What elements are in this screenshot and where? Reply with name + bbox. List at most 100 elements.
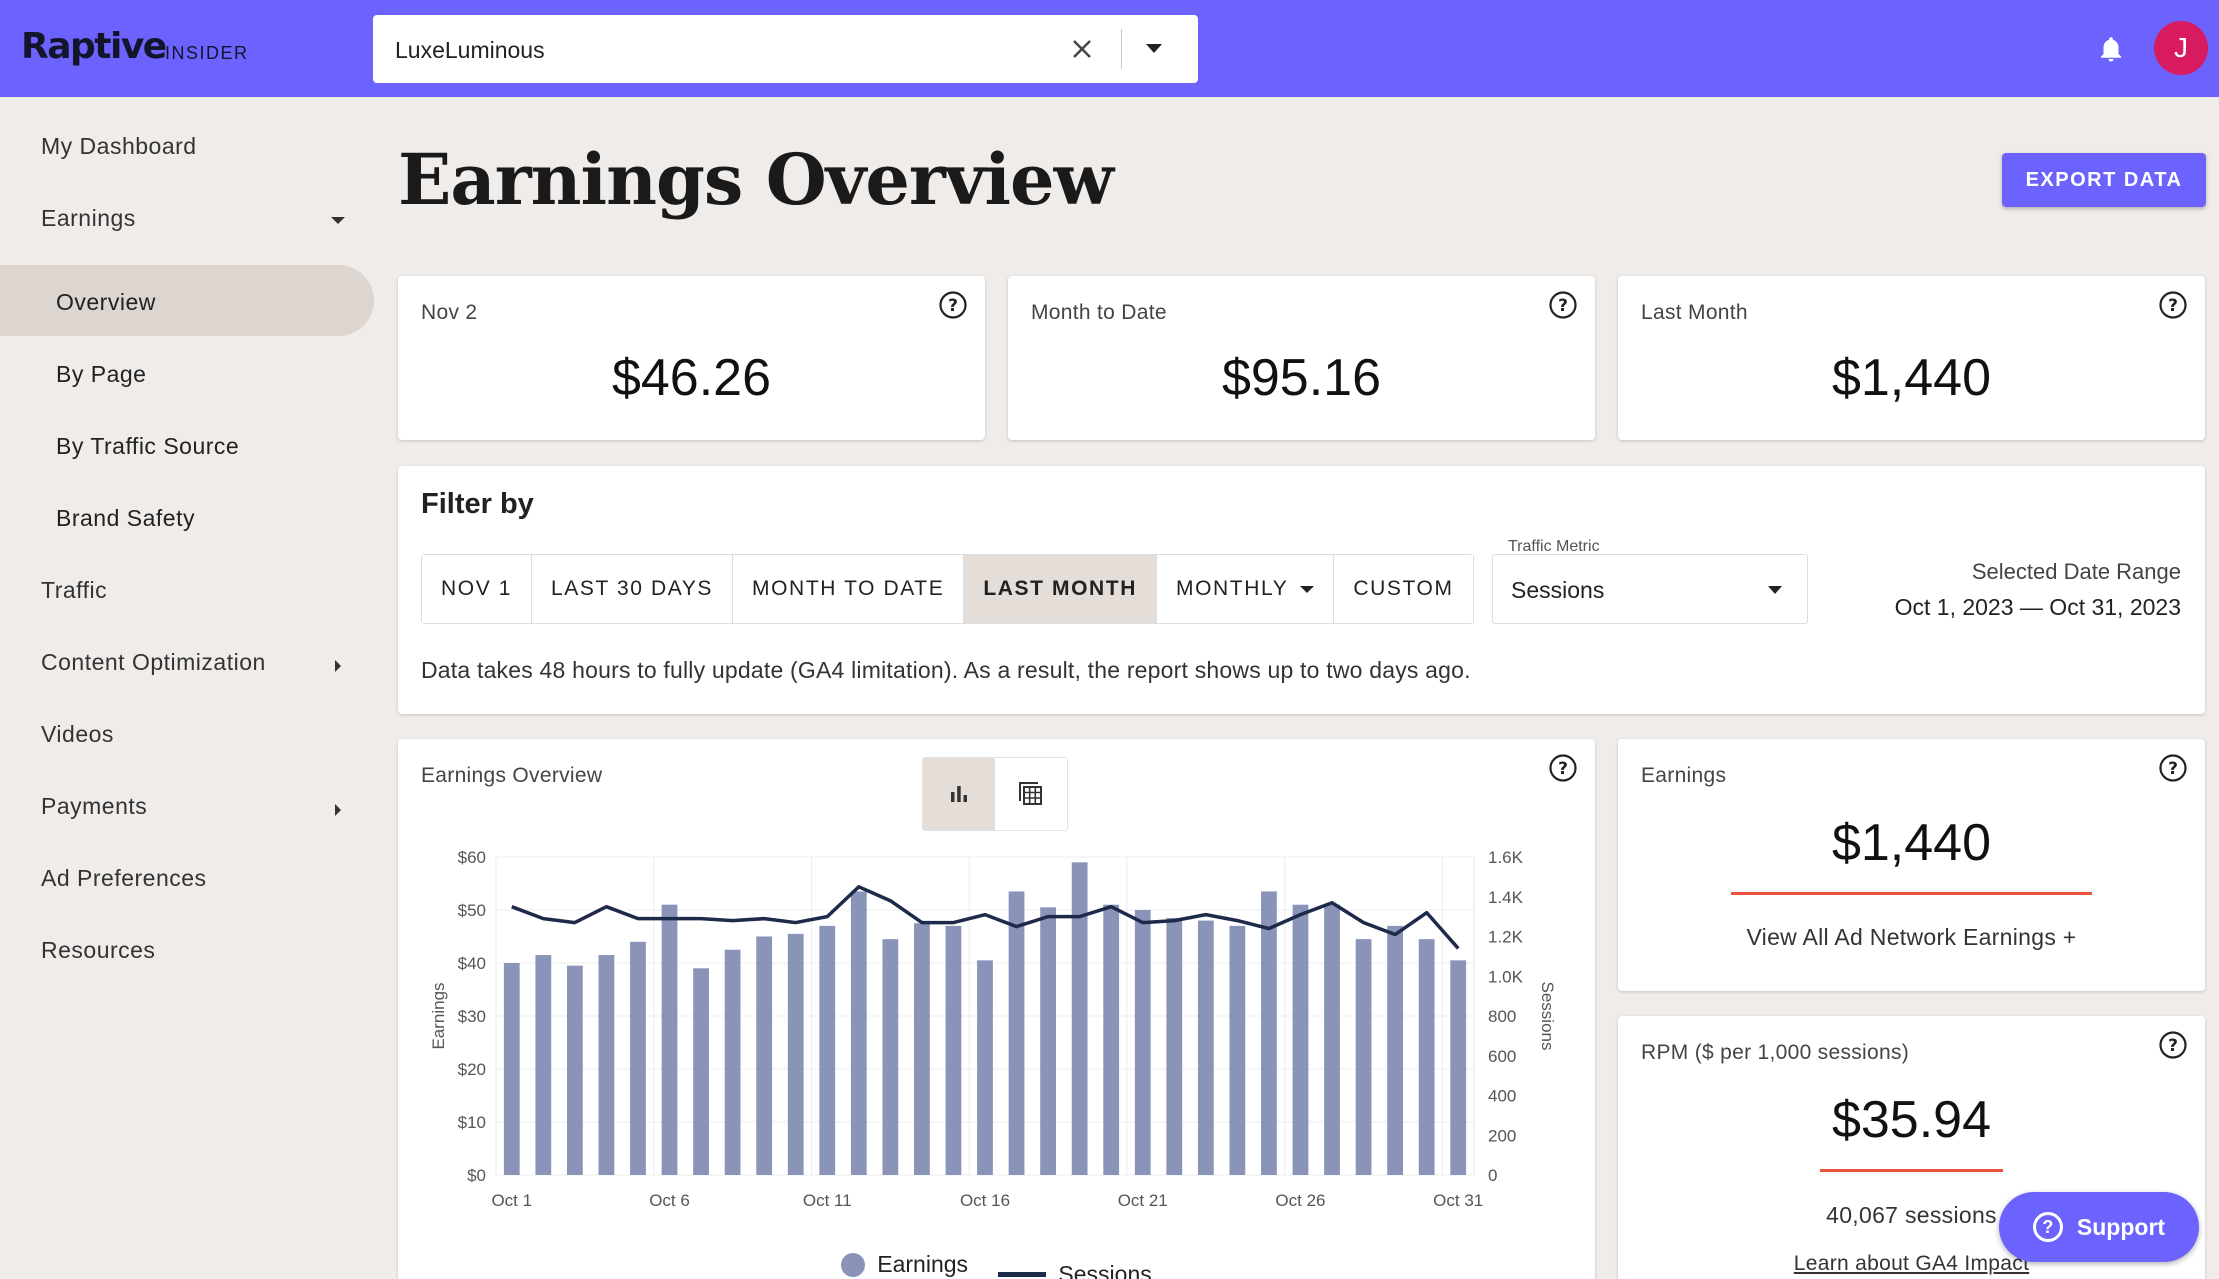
y2-tick-label: 1.6K (1488, 848, 1524, 867)
traffic-metric-value: Sessions (1511, 577, 1605, 603)
logo-subtitle: INSIDER (165, 43, 249, 63)
earnings-bar (1355, 939, 1372, 1175)
sidebar-item-traffic[interactable]: Traffic (41, 577, 107, 604)
earnings-bar (1134, 910, 1151, 1175)
earnings-bar (1387, 925, 1404, 1175)
legend-swatch-earnings (841, 1252, 866, 1277)
data-delay-note: Data takes 48 hours to fully update (GA4… (421, 657, 1471, 683)
earnings-sessions-chart: $0 $10 $20 $30 $40 $50 $60 0 200 400 600 800 1.0K 1.2… (429, 848, 1557, 1210)
sidebar-item-by-page[interactable]: By Page (56, 361, 146, 388)
legend-swatch-sessions (998, 1271, 1047, 1277)
sidebar-item-content-optimization[interactable]: Content Optimization (41, 649, 266, 676)
legend-item-sessions[interactable]: Sessions (998, 1260, 1152, 1279)
date-range-label: Selected Date Range (1971, 559, 2181, 584)
site-select[interactable]: LuxeLuminous (373, 15, 1198, 83)
sidebar-item-by-traffic-source[interactable]: By Traffic Source (56, 433, 239, 460)
x-tick-label: Oct 16 (960, 1191, 1010, 1210)
filter-monthly-button[interactable]: MONTHLY (1157, 555, 1335, 623)
filter-last-month-button[interactable]: LAST MONTH (964, 555, 1157, 623)
svg-text:?: ? (2168, 759, 2178, 779)
sidebar-item-payments[interactable]: Payments (41, 793, 147, 820)
sidebar-item-my-dashboard[interactable]: My Dashboard (41, 133, 197, 160)
sidebar-item-videos[interactable]: Videos (41, 721, 114, 748)
y-tick-label: $50 (458, 901, 486, 920)
stat-label: Nov 2 (421, 301, 478, 324)
y2-tick-label: 1.2K (1488, 928, 1524, 947)
earnings-bar (724, 949, 741, 1175)
select-divider (1121, 29, 1122, 69)
export-data-button[interactable]: EXPORT DATA (2002, 153, 2206, 207)
earnings-bar (1040, 907, 1056, 1175)
y-tick-label: $0 (467, 1166, 486, 1185)
avatar[interactable]: J (2154, 21, 2208, 75)
chevron-right-icon[interactable] (335, 660, 341, 672)
earnings-bar (914, 923, 930, 1175)
sidebar-item-brand-safety[interactable]: Brand Safety (56, 505, 195, 532)
x-tick-label: Oct 1 (491, 1191, 532, 1210)
earnings-bar (1071, 862, 1088, 1175)
help-icon[interactable]: ? (2158, 290, 2188, 320)
chevron-down-icon[interactable] (1146, 44, 1162, 53)
earnings-bar (1166, 917, 1183, 1175)
sidebar-item-overview[interactable]: Overview (56, 289, 156, 316)
svg-text:?: ? (2168, 1036, 2178, 1056)
filter-nov-1-button[interactable]: NOV 1 (422, 555, 533, 623)
help-icon[interactable]: ? (2158, 1030, 2188, 1060)
earnings-bar (1450, 960, 1467, 1175)
y2-tick-label: 400 (1488, 1087, 1516, 1106)
stat-card-month-to-date: Month to Date ? $95.16 (1008, 276, 1595, 440)
help-icon[interactable]: ? (938, 290, 968, 320)
y2-tick-label: 1.0K (1488, 967, 1524, 986)
raptive-logo[interactable]: Raptive (21, 26, 167, 67)
y2-tick-label: 1.4K (1488, 888, 1524, 907)
sidebar-item-ad-preferences[interactable]: Ad Preferences (41, 865, 207, 892)
legend-item-earnings[interactable]: Earnings (841, 1251, 968, 1278)
earnings-chart-card: Earnings Overview ? $0 $10 $20 $30 $40 $50 $60… (398, 739, 1595, 1279)
y2-axis-title: Sessions (1538, 982, 1557, 1051)
earnings-underline (1731, 892, 2092, 895)
filter-month-to-date-button[interactable]: MONTH TO DATE (733, 555, 965, 623)
x-tick-label: Oct 31 (1433, 1191, 1483, 1210)
y2-tick-label: 0 (1488, 1166, 1497, 1185)
earnings-card: Earnings ? $1,440 View All Ad Network Ea… (1618, 739, 2205, 991)
sidebar-item-resources[interactable]: Resources (41, 937, 155, 964)
legend-label: Sessions (1058, 1260, 1152, 1279)
chevron-down-icon[interactable] (331, 217, 345, 224)
y-axis-title: Earnings (429, 982, 448, 1049)
earnings-bar (977, 960, 993, 1175)
chevron-right-icon[interactable] (335, 804, 341, 816)
y-tick-label: $60 (458, 848, 486, 867)
earnings-bar (819, 925, 836, 1175)
sidebar-item-earnings[interactable]: Earnings (41, 205, 136, 232)
help-icon[interactable]: ? (2158, 753, 2188, 783)
stat-label: Month to Date (1031, 301, 1167, 324)
y2-tick-label: 600 (1488, 1047, 1516, 1066)
help-icon[interactable]: ? (1548, 290, 1578, 320)
help-icon: ? (2032, 1212, 2063, 1242)
filter-last-30-days-button[interactable]: LAST 30 DAYS (532, 555, 734, 623)
svg-text:?: ? (948, 296, 958, 316)
earnings-bar (1292, 904, 1309, 1175)
date-filter-group: NOV 1 LAST 30 DAYS MONTH TO DATE LAST MO… (421, 554, 1474, 624)
earnings-bar (787, 933, 804, 1175)
bell-icon[interactable] (2096, 34, 2126, 64)
earnings-bar (1418, 939, 1435, 1175)
support-button[interactable]: ? Support (1999, 1192, 2199, 1262)
filter-custom-button[interactable]: CUSTOM (1334, 555, 1473, 623)
filter-title: Filter by (421, 488, 534, 520)
view-ad-network-earnings-link[interactable]: View All Ad Network Earnings + (1618, 924, 2205, 951)
filter-monthly-label: MONTHLY (1176, 577, 1289, 600)
close-icon[interactable] (1066, 33, 1098, 65)
svg-text:?: ? (1558, 296, 1568, 316)
earnings-bar (1008, 891, 1025, 1175)
earnings-bar (756, 936, 773, 1175)
svg-text:?: ? (2168, 296, 2178, 316)
support-label: Support (2076, 1213, 2166, 1240)
traffic-metric-select[interactable]: Sessions (1492, 554, 1808, 624)
y-tick-label: $40 (458, 954, 486, 973)
rpm-underline (1820, 1169, 2003, 1172)
earnings-bar (945, 925, 962, 1175)
earnings-bar (1103, 904, 1120, 1175)
top-bar: Raptive INSIDER LuxeLuminous J (0, 0, 2219, 97)
earnings-card-label: Earnings (1641, 764, 1727, 787)
